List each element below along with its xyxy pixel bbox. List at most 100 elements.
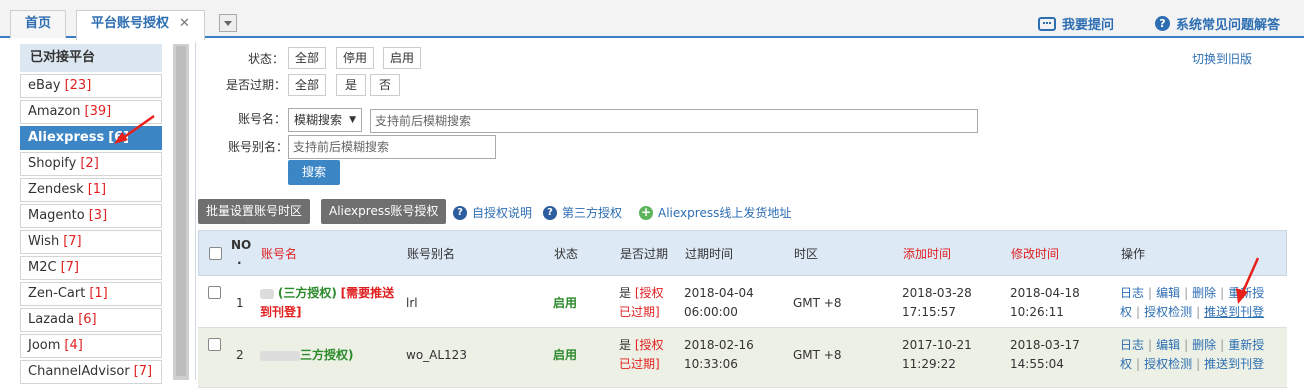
help-icon: ?	[453, 205, 467, 220]
tab-home[interactable]: 首页	[10, 10, 67, 38]
sidebar-item-label: Zendesk	[28, 182, 84, 197]
sidebar-item-count: [7]	[60, 260, 79, 275]
added-date: 2018-03-28	[902, 286, 972, 300]
auth-type-tag: (三方授权)	[277, 286, 337, 300]
col-status: 状态	[554, 247, 579, 261]
status-enabled-option[interactable]: 启用	[383, 47, 422, 69]
close-icon[interactable]: ✕	[179, 16, 190, 31]
batch-set-timezone-button[interactable]: 批量设置账号时区	[198, 199, 311, 224]
platform-sidebar: 已对接平台 eBay[23] Amazon[39] Aliexpress [6] Sho…	[20, 44, 162, 384]
annotation-arrow-icon	[114, 114, 155, 144]
sidebar-item-count: [2]	[80, 156, 99, 171]
modified-date: 2018-03-17	[1010, 338, 1080, 352]
auth-check-link[interactable]: 授权检测	[1144, 305, 1192, 319]
auth-type-tag: 三方授权)	[300, 348, 354, 362]
expired-filter-label: 是否过期：	[225, 78, 286, 92]
search-mode-select[interactable]: 模糊搜索	[288, 108, 362, 132]
sidebar-item-label: Magento	[28, 208, 85, 223]
log-link[interactable]: 日志	[1120, 286, 1144, 300]
account-alias-label: 账号别名：	[227, 140, 288, 154]
sidebar-item-label: Zen-Cart	[28, 286, 86, 301]
sidebar-item-label: ChannelAdvisor	[28, 364, 130, 379]
col-modified-time[interactable]: 修改时间	[1011, 245, 1059, 262]
col-account[interactable]: 账号名	[261, 245, 297, 262]
edit-link[interactable]: 编辑	[1156, 286, 1180, 300]
third-party-auth-link[interactable]: ? 第三方授权	[543, 204, 622, 221]
sidebar-item-label: Shopify	[28, 156, 77, 171]
row-number: 1	[236, 296, 244, 310]
sidebar-item-m2c[interactable]: M2C [7]	[20, 256, 162, 280]
expired-value: 是	[619, 286, 632, 300]
delete-link[interactable]: 删除	[1192, 338, 1216, 352]
expired-cell: 是 [授权已过期]	[619, 336, 669, 374]
account-alias-input[interactable]: 支持前后模糊搜索	[288, 135, 496, 159]
push-to-listing-link[interactable]: 推送到刊登	[1204, 305, 1264, 319]
tab-platform-auth[interactable]: 平台账号授权 ✕	[76, 10, 205, 40]
sidebar-item-magento[interactable]: Magento [3]	[20, 204, 162, 228]
expire-clock: 10:33:06	[684, 357, 738, 371]
sidebar-item-channeladvisor[interactable]: ChannelAdvisor [7]	[20, 360, 162, 384]
select-all-checkbox[interactable]	[209, 247, 222, 260]
sidebar-item-label: Wish	[28, 234, 60, 249]
added-date: 2017-10-21	[902, 338, 972, 352]
added-clock: 11:29:22	[902, 357, 956, 371]
tab-list-dropdown-button[interactable]	[219, 14, 237, 32]
account-name-input[interactable]: 支持前后模糊搜索	[370, 109, 978, 133]
sidebar-item-ebay[interactable]: eBay [23]	[20, 74, 162, 98]
added-clock: 17:15:57	[902, 305, 956, 319]
expired-yes-option[interactable]: 是	[336, 74, 367, 96]
redacted-account-name	[260, 288, 274, 299]
added-time-cell: 2017-10-21 11:29:22	[902, 336, 972, 374]
switch-to-old-version-link[interactable]: 切换到旧版	[1192, 50, 1252, 67]
sidebar-item-label: Joom	[28, 338, 61, 353]
sidebar-item-wish[interactable]: Wish [7]	[20, 230, 162, 254]
table-header: NO . 账号名 账号别名 状态 是否过期 过期时间 时区 添加时间 修改时间 …	[198, 230, 1287, 276]
self-auth-help-link[interactable]: ? 自授权说明	[453, 204, 532, 221]
status-all-option[interactable]: 全部	[288, 47, 327, 69]
row-checkbox[interactable]	[208, 286, 221, 299]
ask-question-label: 我要提问	[1062, 18, 1115, 33]
timezone-cell: GMT +8	[793, 348, 842, 362]
annotation-arrow-icon	[1236, 257, 1260, 304]
expire-time-cell: 2018-04-04 06:00:00	[684, 284, 754, 322]
status-disabled-option[interactable]: 停用	[336, 47, 375, 69]
faq-link[interactable]: ? 系统常见问题解答	[1155, 14, 1280, 33]
sidebar-item-count: [4]	[64, 338, 83, 353]
table-row: 1 (三方授权) [需要推送到刊登] lrl 启用 是 [授权已过期] 2018…	[198, 276, 1287, 328]
log-link[interactable]: 日志	[1120, 338, 1144, 352]
row-checkbox[interactable]	[208, 338, 221, 351]
expired-no-option[interactable]: 否	[370, 74, 401, 96]
sidebar-item-count: [3]	[88, 208, 108, 223]
col-added-time[interactable]: 添加时间	[903, 245, 951, 262]
sidebar-item-label: M2C	[28, 260, 57, 275]
table-row: 2 三方授权) wo_AL123 启用 是 [授权已过期] 2018-02-16…	[198, 328, 1287, 388]
status-cell: 启用	[553, 348, 578, 362]
operations-cell: 日志|编辑|删除|重新授权|授权检测|推送到刊登	[1120, 338, 1265, 371]
third-party-auth-label: 第三方授权	[562, 206, 623, 220]
expired-cell: 是 [授权已过期]	[619, 284, 669, 322]
sidebar-item-label: Aliexpress	[28, 130, 105, 145]
edit-link[interactable]: 编辑	[1156, 338, 1180, 352]
sidebar-item-joom[interactable]: Joom [4]	[20, 334, 162, 358]
auth-check-link[interactable]: 授权检测	[1144, 357, 1192, 371]
push-to-listing-link[interactable]: 推送到刊登	[1204, 357, 1264, 371]
sidebar-item-zen-cart[interactable]: Zen-Cart [1]	[20, 282, 162, 306]
sidebar-item-lazada[interactable]: Lazada [6]	[20, 308, 162, 332]
account-name-label: 账号名：	[237, 112, 286, 126]
col-no-dot: .	[237, 253, 242, 267]
ship-address-link[interactable]: + Aliexpress线上发货地址	[639, 204, 791, 221]
delete-link[interactable]: 删除	[1192, 286, 1216, 300]
ship-address-label: Aliexpress线上发货地址	[658, 206, 792, 220]
row-number: 2	[236, 348, 244, 362]
modified-clock: 14:55:04	[1010, 357, 1064, 371]
sidebar-scrollbar[interactable]	[173, 44, 189, 380]
sidebar-item-zendesk[interactable]: Zendesk [1]	[20, 178, 162, 202]
sidebar-item-shopify[interactable]: Shopify [2]	[20, 152, 162, 176]
search-button[interactable]: 搜索	[288, 160, 340, 185]
faq-label: 系统常见问题解答	[1176, 18, 1281, 33]
aliexpress-auth-button[interactable]: Aliexpress账号授权	[321, 199, 447, 224]
expire-date: 2018-04-04	[684, 286, 754, 300]
ask-question-link[interactable]: 我要提问	[1038, 14, 1114, 33]
expired-all-option[interactable]: 全部	[288, 74, 327, 96]
plus-icon: +	[639, 204, 653, 220]
